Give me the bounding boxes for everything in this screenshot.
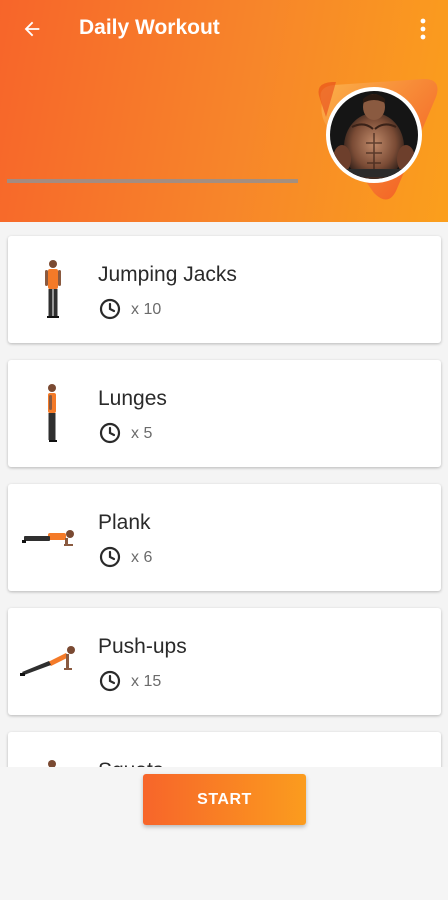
- clock-icon: [99, 670, 121, 692]
- exercise-name: Squats: [98, 759, 163, 767]
- clock-icon: [99, 298, 121, 320]
- exercise-reps: x 5: [131, 425, 153, 442]
- exercise-name: Plank: [98, 511, 151, 534]
- arrow-left-icon: [24, 21, 40, 37]
- exercise-card-squats[interactable]: Squats: [8, 732, 441, 767]
- start-button[interactable]: START: [143, 774, 306, 825]
- page-title: Daily Workout: [79, 16, 220, 39]
- overflow-menu-button[interactable]: [408, 14, 438, 44]
- workout-avatar: [312, 73, 444, 205]
- exercise-card-plank[interactable]: Plank x 6: [8, 484, 441, 591]
- exercise-name: Jumping Jacks: [98, 263, 237, 286]
- clock-icon: [99, 422, 121, 444]
- exercise-list[interactable]: Jumping Jacks x 10 Lunges x 5 Plank x 6 …: [0, 222, 448, 767]
- exercise-name: Lunges: [98, 387, 167, 410]
- workout-header: Daily Workout: [0, 0, 448, 222]
- squat-figure-icon: [48, 760, 56, 767]
- plank-figure-icon: [22, 530, 74, 546]
- exercise-card-lunges[interactable]: Lunges x 5: [8, 360, 441, 467]
- exercise-name: Push-ups: [98, 635, 187, 658]
- exercise-card-jumping-jacks[interactable]: Jumping Jacks x 10: [8, 236, 441, 343]
- exercise-card-push-ups[interactable]: Push-ups x 15: [8, 608, 441, 715]
- back-button[interactable]: [14, 14, 50, 44]
- workout-progress-bar: [7, 179, 298, 183]
- clock-icon: [99, 546, 121, 568]
- standing-side-figure-icon: [48, 384, 57, 442]
- exercise-reps: x 15: [131, 673, 162, 690]
- exercise-reps: x 6: [131, 549, 153, 566]
- standing-figure-icon: [45, 260, 61, 318]
- push-up-figure-icon: [20, 646, 75, 676]
- more-vert-icon: [420, 18, 426, 40]
- exercise-reps: x 10: [131, 301, 162, 318]
